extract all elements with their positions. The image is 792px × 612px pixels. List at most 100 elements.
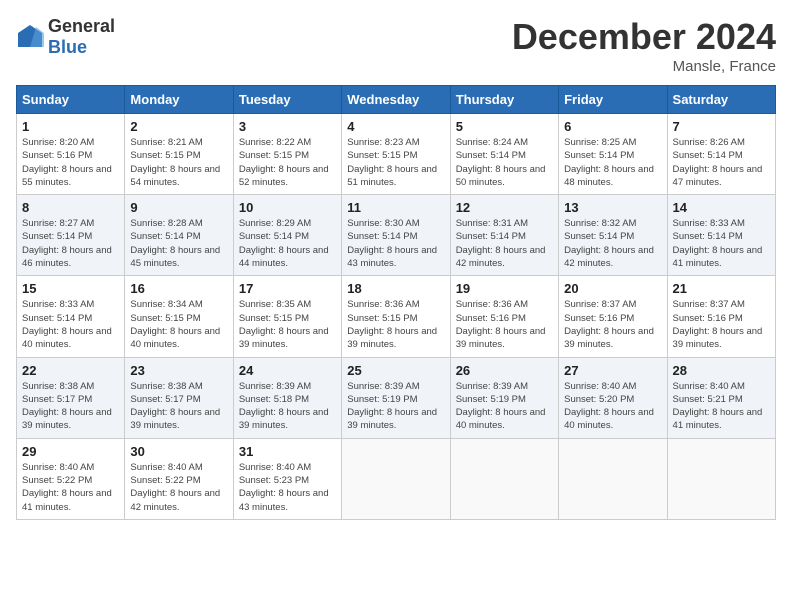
calendar-cell: 12 Sunrise: 8:31 AMSunset: 5:14 PMDaylig… xyxy=(450,195,558,276)
logo-icon xyxy=(16,23,44,51)
page-header: General Blue December 2024 Mansle, Franc… xyxy=(16,16,776,75)
day-info: Sunrise: 8:32 AMSunset: 5:14 PMDaylight:… xyxy=(564,218,654,269)
day-number: 23 xyxy=(130,363,227,378)
day-info: Sunrise: 8:40 AMSunset: 5:20 PMDaylight:… xyxy=(564,381,654,432)
header-saturday: Saturday xyxy=(667,86,775,114)
day-info: Sunrise: 8:25 AMSunset: 5:14 PMDaylight:… xyxy=(564,137,654,188)
calendar-cell: 22 Sunrise: 8:38 AMSunset: 5:17 PMDaylig… xyxy=(17,357,125,438)
location-subtitle: Mansle, France xyxy=(512,58,776,75)
calendar-cell: 17 Sunrise: 8:35 AMSunset: 5:15 PMDaylig… xyxy=(233,276,341,357)
day-number: 5 xyxy=(456,119,553,134)
day-number: 10 xyxy=(239,200,336,215)
header-friday: Friday xyxy=(559,86,667,114)
day-number: 3 xyxy=(239,119,336,134)
day-info: Sunrise: 8:35 AMSunset: 5:15 PMDaylight:… xyxy=(239,299,329,350)
calendar-cell: 27 Sunrise: 8:40 AMSunset: 5:20 PMDaylig… xyxy=(559,357,667,438)
calendar-cell: 21 Sunrise: 8:37 AMSunset: 5:16 PMDaylig… xyxy=(667,276,775,357)
day-number: 30 xyxy=(130,444,227,459)
day-number: 18 xyxy=(347,281,444,296)
day-number: 16 xyxy=(130,281,227,296)
day-number: 2 xyxy=(130,119,227,134)
day-info: Sunrise: 8:40 AMSunset: 5:22 PMDaylight:… xyxy=(22,462,112,513)
day-number: 8 xyxy=(22,200,119,215)
calendar-cell: 10 Sunrise: 8:29 AMSunset: 5:14 PMDaylig… xyxy=(233,195,341,276)
calendar-cell xyxy=(450,438,558,519)
calendar-cell: 8 Sunrise: 8:27 AMSunset: 5:14 PMDayligh… xyxy=(17,195,125,276)
calendar-cell xyxy=(667,438,775,519)
day-info: Sunrise: 8:39 AMSunset: 5:18 PMDaylight:… xyxy=(239,381,329,432)
calendar-cell: 26 Sunrise: 8:39 AMSunset: 5:19 PMDaylig… xyxy=(450,357,558,438)
day-info: Sunrise: 8:24 AMSunset: 5:14 PMDaylight:… xyxy=(456,137,546,188)
calendar-cell: 1 Sunrise: 8:20 AMSunset: 5:16 PMDayligh… xyxy=(17,114,125,195)
calendar-week-row: 8 Sunrise: 8:27 AMSunset: 5:14 PMDayligh… xyxy=(17,195,776,276)
day-number: 6 xyxy=(564,119,661,134)
calendar-cell: 25 Sunrise: 8:39 AMSunset: 5:19 PMDaylig… xyxy=(342,357,450,438)
calendar-cell: 6 Sunrise: 8:25 AMSunset: 5:14 PMDayligh… xyxy=(559,114,667,195)
day-info: Sunrise: 8:37 AMSunset: 5:16 PMDaylight:… xyxy=(564,299,654,350)
day-number: 21 xyxy=(673,281,770,296)
calendar-cell: 24 Sunrise: 8:39 AMSunset: 5:18 PMDaylig… xyxy=(233,357,341,438)
day-number: 20 xyxy=(564,281,661,296)
day-number: 25 xyxy=(347,363,444,378)
calendar-week-row: 1 Sunrise: 8:20 AMSunset: 5:16 PMDayligh… xyxy=(17,114,776,195)
calendar-cell: 19 Sunrise: 8:36 AMSunset: 5:16 PMDaylig… xyxy=(450,276,558,357)
day-info: Sunrise: 8:31 AMSunset: 5:14 PMDaylight:… xyxy=(456,218,546,269)
day-info: Sunrise: 8:22 AMSunset: 5:15 PMDaylight:… xyxy=(239,137,329,188)
day-number: 9 xyxy=(130,200,227,215)
month-title: December 2024 xyxy=(512,16,776,58)
day-info: Sunrise: 8:20 AMSunset: 5:16 PMDaylight:… xyxy=(22,137,112,188)
logo-blue: Blue xyxy=(48,37,87,57)
day-number: 13 xyxy=(564,200,661,215)
calendar-week-row: 22 Sunrise: 8:38 AMSunset: 5:17 PMDaylig… xyxy=(17,357,776,438)
day-number: 14 xyxy=(673,200,770,215)
logo-text: General Blue xyxy=(48,16,115,58)
day-info: Sunrise: 8:36 AMSunset: 5:16 PMDaylight:… xyxy=(456,299,546,350)
calendar-cell: 23 Sunrise: 8:38 AMSunset: 5:17 PMDaylig… xyxy=(125,357,233,438)
calendar-cell: 14 Sunrise: 8:33 AMSunset: 5:14 PMDaylig… xyxy=(667,195,775,276)
day-info: Sunrise: 8:40 AMSunset: 5:22 PMDaylight:… xyxy=(130,462,220,513)
day-info: Sunrise: 8:37 AMSunset: 5:16 PMDaylight:… xyxy=(673,299,763,350)
logo: General Blue xyxy=(16,16,115,58)
day-number: 7 xyxy=(673,119,770,134)
day-info: Sunrise: 8:34 AMSunset: 5:15 PMDaylight:… xyxy=(130,299,220,350)
calendar-cell: 11 Sunrise: 8:30 AMSunset: 5:14 PMDaylig… xyxy=(342,195,450,276)
day-number: 26 xyxy=(456,363,553,378)
day-info: Sunrise: 8:39 AMSunset: 5:19 PMDaylight:… xyxy=(347,381,437,432)
day-number: 11 xyxy=(347,200,444,215)
day-info: Sunrise: 8:38 AMSunset: 5:17 PMDaylight:… xyxy=(22,381,112,432)
header-monday: Monday xyxy=(125,86,233,114)
day-info: Sunrise: 8:27 AMSunset: 5:14 PMDaylight:… xyxy=(22,218,112,269)
calendar-cell: 7 Sunrise: 8:26 AMSunset: 5:14 PMDayligh… xyxy=(667,114,775,195)
calendar-cell: 31 Sunrise: 8:40 AMSunset: 5:23 PMDaylig… xyxy=(233,438,341,519)
day-info: Sunrise: 8:21 AMSunset: 5:15 PMDaylight:… xyxy=(130,137,220,188)
day-info: Sunrise: 8:39 AMSunset: 5:19 PMDaylight:… xyxy=(456,381,546,432)
day-info: Sunrise: 8:36 AMSunset: 5:15 PMDaylight:… xyxy=(347,299,437,350)
calendar-cell: 29 Sunrise: 8:40 AMSunset: 5:22 PMDaylig… xyxy=(17,438,125,519)
day-number: 31 xyxy=(239,444,336,459)
header-sunday: Sunday xyxy=(17,86,125,114)
day-info: Sunrise: 8:23 AMSunset: 5:15 PMDaylight:… xyxy=(347,137,437,188)
day-number: 19 xyxy=(456,281,553,296)
day-info: Sunrise: 8:40 AMSunset: 5:21 PMDaylight:… xyxy=(673,381,763,432)
calendar-cell: 20 Sunrise: 8:37 AMSunset: 5:16 PMDaylig… xyxy=(559,276,667,357)
day-number: 28 xyxy=(673,363,770,378)
day-number: 29 xyxy=(22,444,119,459)
calendar-cell: 5 Sunrise: 8:24 AMSunset: 5:14 PMDayligh… xyxy=(450,114,558,195)
header-tuesday: Tuesday xyxy=(233,86,341,114)
calendar-week-row: 15 Sunrise: 8:33 AMSunset: 5:14 PMDaylig… xyxy=(17,276,776,357)
calendar-cell: 13 Sunrise: 8:32 AMSunset: 5:14 PMDaylig… xyxy=(559,195,667,276)
calendar-header-row: SundayMondayTuesdayWednesdayThursdayFrid… xyxy=(17,86,776,114)
calendar-cell: 30 Sunrise: 8:40 AMSunset: 5:22 PMDaylig… xyxy=(125,438,233,519)
logo-general: General xyxy=(48,16,115,36)
calendar-cell: 16 Sunrise: 8:34 AMSunset: 5:15 PMDaylig… xyxy=(125,276,233,357)
day-info: Sunrise: 8:28 AMSunset: 5:14 PMDaylight:… xyxy=(130,218,220,269)
day-info: Sunrise: 8:33 AMSunset: 5:14 PMDaylight:… xyxy=(22,299,112,350)
title-area: December 2024 Mansle, France xyxy=(512,16,776,75)
calendar-cell xyxy=(342,438,450,519)
calendar-cell: 28 Sunrise: 8:40 AMSunset: 5:21 PMDaylig… xyxy=(667,357,775,438)
day-info: Sunrise: 8:40 AMSunset: 5:23 PMDaylight:… xyxy=(239,462,329,513)
calendar-cell: 18 Sunrise: 8:36 AMSunset: 5:15 PMDaylig… xyxy=(342,276,450,357)
calendar-cell: 9 Sunrise: 8:28 AMSunset: 5:14 PMDayligh… xyxy=(125,195,233,276)
header-wednesday: Wednesday xyxy=(342,86,450,114)
day-number: 17 xyxy=(239,281,336,296)
